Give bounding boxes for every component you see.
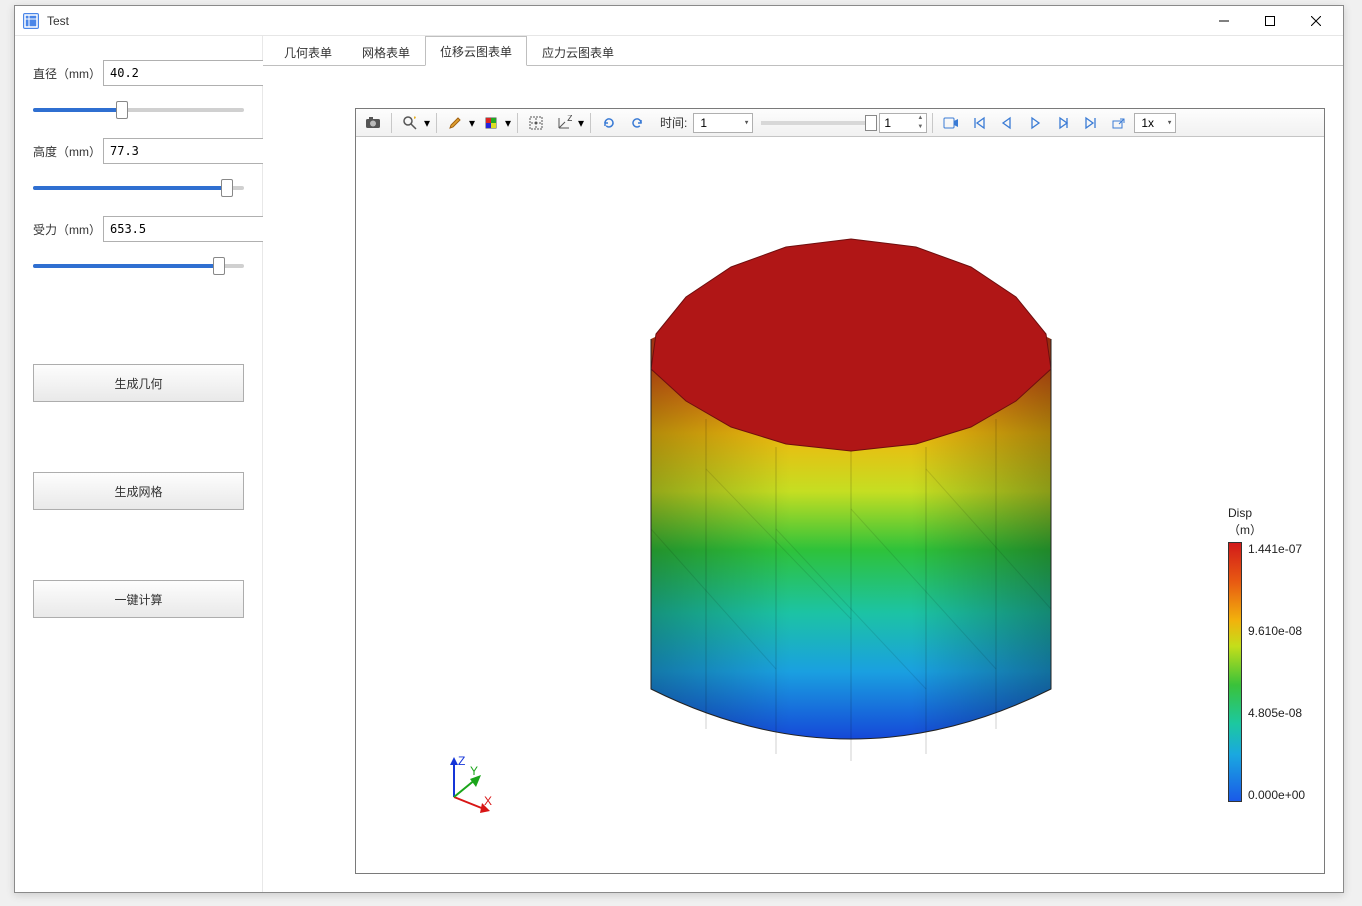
window-title: Test (47, 14, 1201, 28)
title-bar: Test (15, 6, 1343, 36)
diameter-slider[interactable] (33, 108, 244, 112)
model-render (616, 169, 1086, 779)
generate-mesh-button[interactable]: 生成网格 (33, 472, 244, 510)
refresh-icon[interactable] (596, 112, 622, 134)
reset-icon[interactable] (624, 112, 650, 134)
svg-text:z: z (567, 115, 572, 124)
viewport-toolbar: ▾ ▾ ▾ z ▾ 时间: 1 (356, 109, 1324, 137)
legend-title-1: Disp (1228, 506, 1252, 520)
svg-text:X: X (484, 794, 492, 808)
height-label: 高度（mm） (33, 143, 95, 160)
axis-triad: Z X Y (436, 755, 496, 815)
last-icon[interactable] (1078, 112, 1104, 134)
height-input[interactable] (103, 138, 270, 164)
color-legend: Disp （m） 1.441e-07 9.610e-08 4.805e-08 0… (1228, 504, 1312, 802)
diameter-label: 直径（mm） (33, 65, 95, 82)
brush-dropdown-icon[interactable]: ▾ (468, 116, 476, 130)
tab-mesh[interactable]: 网格表单 (347, 37, 425, 66)
viewport[interactable]: ▾ ▾ ▾ z ▾ 时间: 1 (355, 108, 1325, 874)
cube-icon[interactable] (478, 112, 504, 134)
prev-icon[interactable] (994, 112, 1020, 134)
close-button[interactable] (1293, 6, 1339, 36)
force-slider[interactable] (33, 264, 244, 268)
axes-dropdown-icon[interactable]: ▾ (577, 116, 585, 130)
record-icon[interactable] (938, 112, 964, 134)
app-icon (23, 13, 39, 29)
force-input[interactable] (103, 216, 270, 242)
legend-title-2: （m） (1228, 523, 1262, 537)
next-icon[interactable] (1050, 112, 1076, 134)
time-combo[interactable]: 1 (693, 113, 753, 133)
maximize-button[interactable] (1247, 6, 1293, 36)
minimize-button[interactable] (1201, 6, 1247, 36)
brush-icon[interactable] (442, 112, 468, 134)
tab-stress[interactable]: 应力云图表单 (527, 37, 629, 66)
frame-stepper[interactable]: 1▲▼ (879, 113, 927, 133)
height-slider[interactable] (33, 186, 244, 190)
zoom-icon[interactable] (397, 112, 423, 134)
camera-icon[interactable] (360, 112, 386, 134)
main-area: 几何表单 网格表单 位移云图表单 应力云图表单 ▾ ▾ (263, 36, 1343, 892)
tab-displacement[interactable]: 位移云图表单 (425, 36, 527, 66)
legend-ticks: 1.441e-07 9.610e-08 4.805e-08 0.000e+00 (1248, 542, 1305, 802)
side-panel: 直径（mm） 高度（mm） 受力（mm） 生成几何 (15, 36, 263, 892)
cube-dropdown-icon[interactable]: ▾ (504, 116, 512, 130)
force-label: 受力（mm） (33, 221, 95, 238)
speed-combo[interactable]: 1x (1134, 113, 1176, 133)
tab-bar: 几何表单 网格表单 位移云图表单 应力云图表单 (263, 36, 1343, 66)
zoom-dropdown-icon[interactable]: ▾ (423, 116, 431, 130)
time-slider[interactable] (761, 121, 871, 125)
generate-geometry-button[interactable]: 生成几何 (33, 364, 244, 402)
tab-geometry[interactable]: 几何表单 (269, 37, 347, 66)
compute-label: 一键计算 (114, 591, 162, 608)
compute-button[interactable]: 一键计算 (33, 580, 244, 618)
time-label: 时间: (660, 114, 687, 131)
svg-text:Z: Z (458, 755, 465, 768)
generate-mesh-label: 生成网格 (114, 483, 162, 500)
axes-icon[interactable]: z (551, 112, 577, 134)
first-icon[interactable] (966, 112, 992, 134)
svg-text:Y: Y (470, 764, 478, 778)
app-window: Test 直径（mm） 高度（mm） 受力（mm） (14, 5, 1344, 893)
export-icon[interactable] (1106, 112, 1132, 134)
play-icon[interactable] (1022, 112, 1048, 134)
diameter-input[interactable] (103, 60, 270, 86)
fit-icon[interactable] (523, 112, 549, 134)
generate-geometry-label: 生成几何 (114, 375, 162, 392)
legend-bar (1228, 542, 1242, 802)
